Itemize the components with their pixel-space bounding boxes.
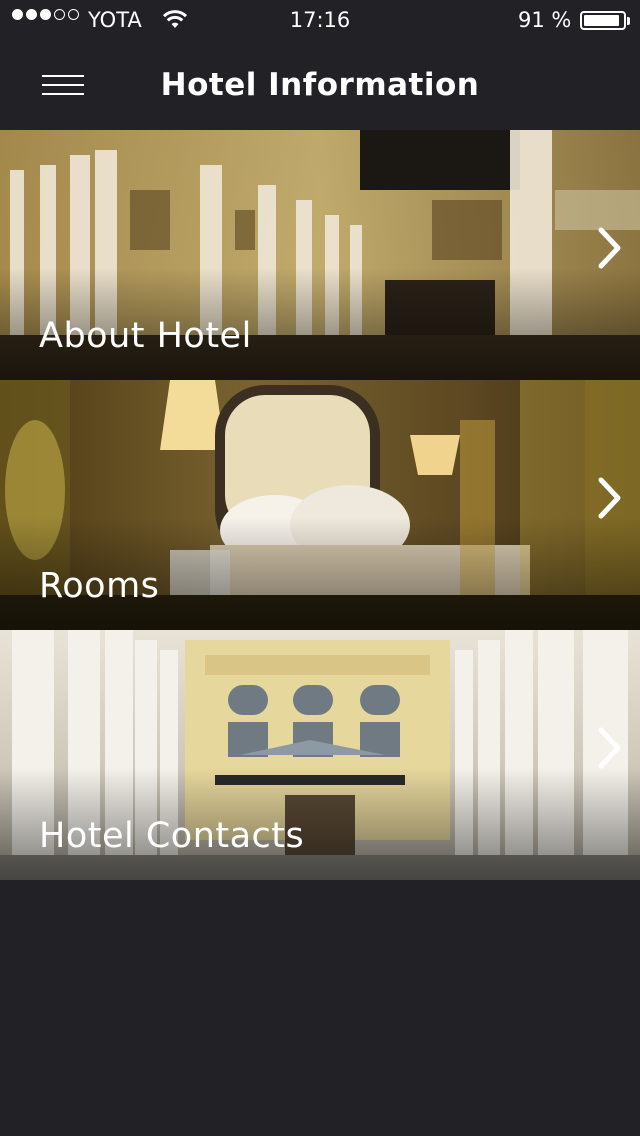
chevron-right-icon xyxy=(598,727,621,769)
battery-icon xyxy=(580,11,626,30)
battery-percent: 91 % xyxy=(518,8,572,32)
hotel-contacts-card[interactable]: Hotel Contacts xyxy=(0,630,640,880)
battery-nub xyxy=(627,17,630,25)
battery-level xyxy=(584,15,619,26)
card-label: About Hotel xyxy=(39,316,252,356)
card-label: Rooms xyxy=(39,566,160,606)
chevron-right-icon xyxy=(598,477,621,519)
rooms-card[interactable]: Rooms xyxy=(0,380,640,630)
chevron-right-icon xyxy=(598,227,621,269)
navigation-bar: Hotel Information xyxy=(0,40,640,130)
card-label: Hotel Contacts xyxy=(39,816,305,856)
status-bar: YOTA 17:16 91 % xyxy=(0,0,640,40)
about-hotel-card[interactable]: About Hotel xyxy=(0,130,640,380)
empty-content-area xyxy=(0,880,640,1136)
page-title: Hotel Information xyxy=(160,67,480,103)
